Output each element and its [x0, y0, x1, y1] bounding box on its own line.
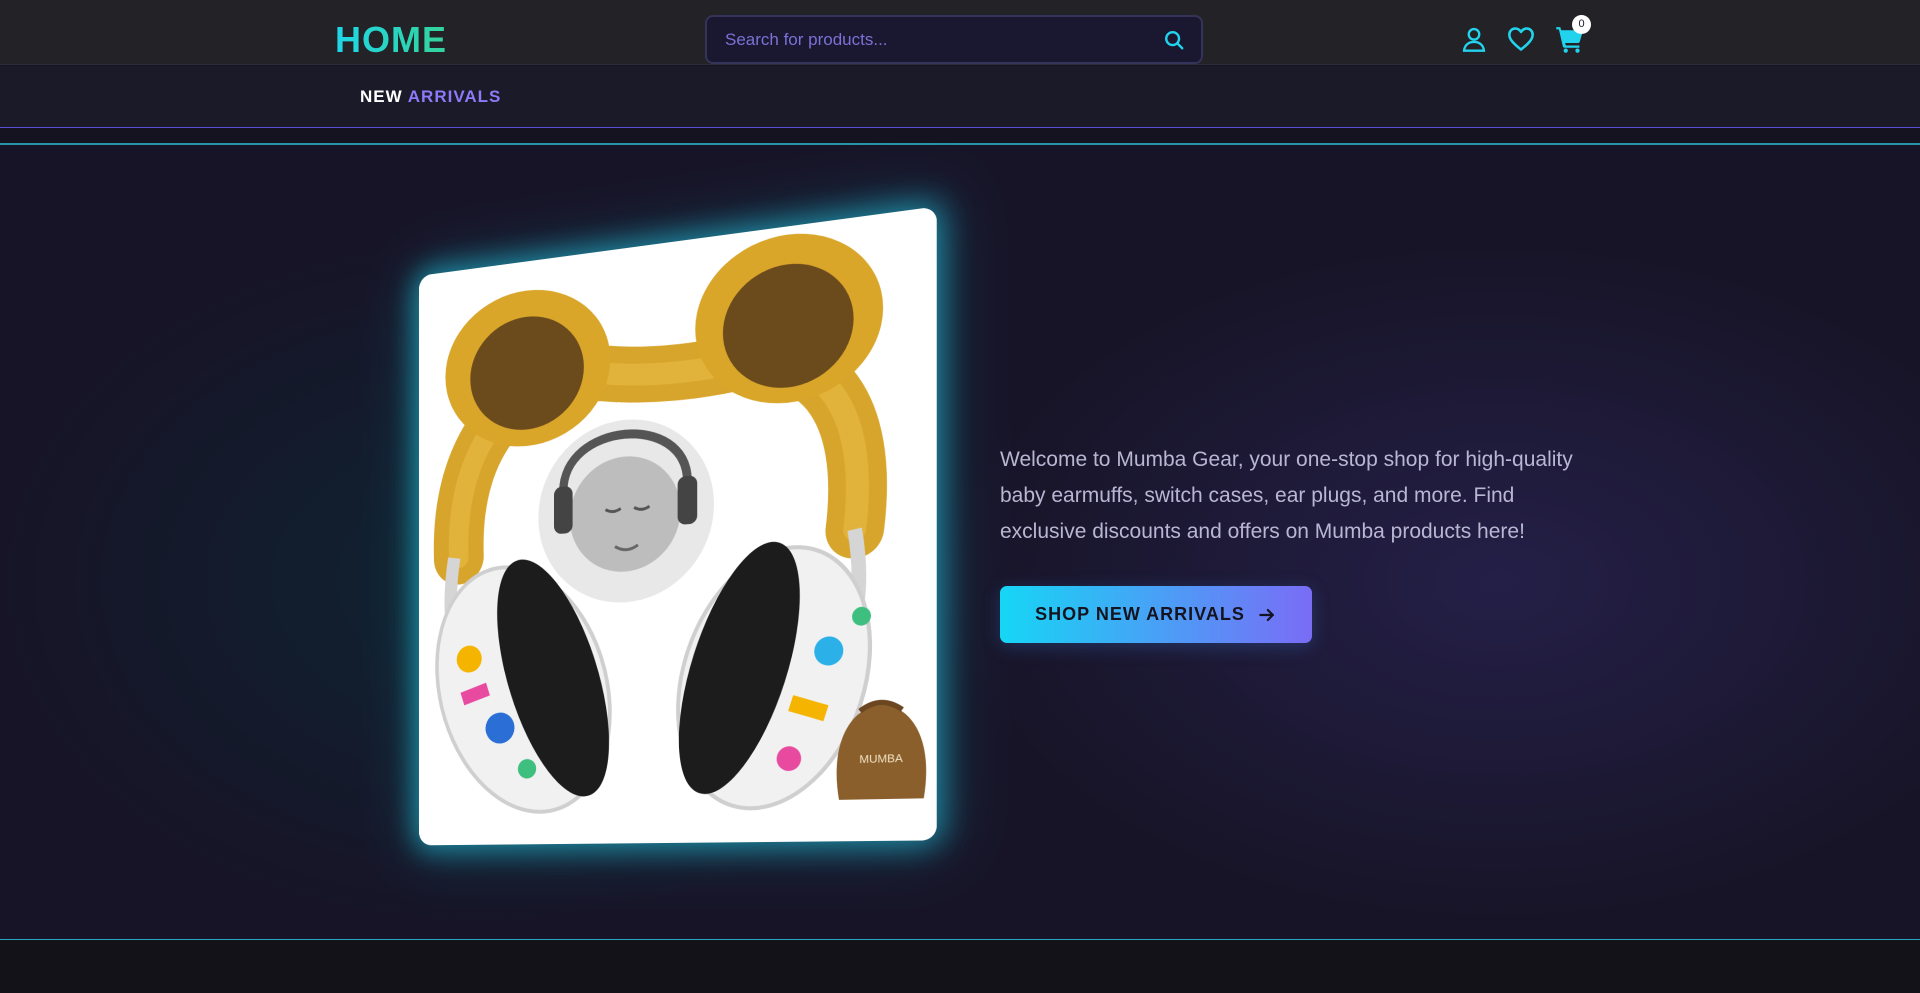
nav-link-new-arrivals[interactable]: NEW ARRIVALS: [360, 87, 501, 107]
hero-image-card: MUMBA: [398, 206, 937, 860]
nav-link-new-arrivals-primary: NEW: [360, 87, 403, 106]
heart-icon[interactable]: [1507, 25, 1535, 53]
shop-new-arrivals-label: SHOP NEW ARRIVALS: [1035, 604, 1245, 624]
nav-link-new-arrivals-accent: ARRIVALS: [407, 87, 502, 106]
search-input[interactable]: [725, 27, 1145, 53]
footer: [0, 940, 1920, 993]
pouch-logo-text: MUMBA: [859, 752, 903, 766]
hero-description: Welcome to Mumba Gear, your one-stop sho…: [1000, 448, 1573, 543]
search-bar: [705, 15, 1203, 64]
search-icon[interactable]: [1163, 29, 1185, 51]
shop-new-arrivals-button[interactable]: SHOP NEW ARRIVALS: [1000, 586, 1312, 643]
home-logo-link[interactable]: HOME: [335, 19, 447, 61]
cart-count-badge: 0: [1572, 15, 1591, 34]
product-image: MUMBA: [419, 206, 937, 846]
top-header: HOME 0: [0, 0, 1920, 65]
arrow-right-icon: [1259, 608, 1274, 621]
hero-section: [0, 145, 1920, 940]
nav-bar: NEW ARRIVALS: [0, 66, 1920, 128]
product-image-frame: MUMBA: [419, 206, 937, 846]
user-icon[interactable]: [1460, 25, 1488, 53]
